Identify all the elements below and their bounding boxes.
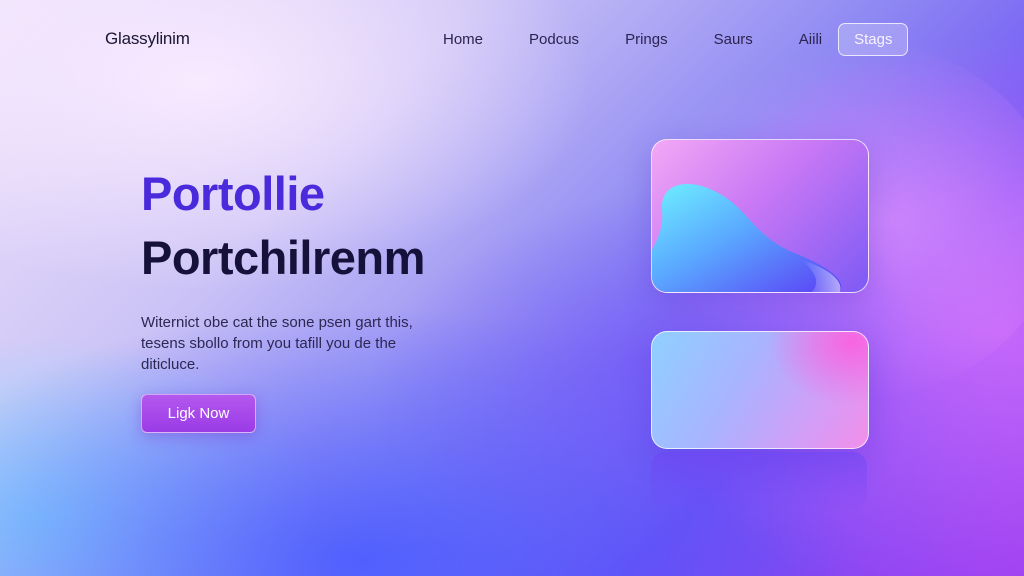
nav-item-home[interactable]: Home: [420, 31, 506, 48]
glass-card-reflection: [651, 452, 867, 508]
hero-cta-button[interactable]: Ligk Now: [141, 394, 256, 433]
glass-card-bottom: [651, 331, 869, 449]
nav-item-podcus[interactable]: Podcus: [506, 31, 602, 48]
nav-item-saurs[interactable]: Saurs: [691, 31, 776, 48]
nav-item-aiili[interactable]: Aiili: [776, 31, 834, 48]
nav-cta-button[interactable]: Stags: [838, 22, 909, 56]
hero-description-line: tesens sbollo from you tafill you de the: [141, 335, 397, 352]
glass-card-top: [651, 139, 869, 293]
hero-description-line: Witernict obe cat the sone psen gart thi…: [141, 314, 413, 331]
top-nav: Home Podcus Prings Saurs Aiili Stags: [420, 22, 909, 56]
hero-description: Witernict obe cat the sone psen gart thi…: [141, 312, 461, 375]
hero-title-line-2: Portchilrenm: [141, 231, 425, 284]
nav-item-prings[interactable]: Prings: [602, 31, 691, 48]
hero-title-line-1: Portollie: [141, 167, 325, 220]
brand-logo[interactable]: Glassylinim: [105, 29, 190, 49]
gradient-blob-shape: [652, 184, 842, 292]
hero-description-line: diticluce.: [141, 356, 200, 373]
